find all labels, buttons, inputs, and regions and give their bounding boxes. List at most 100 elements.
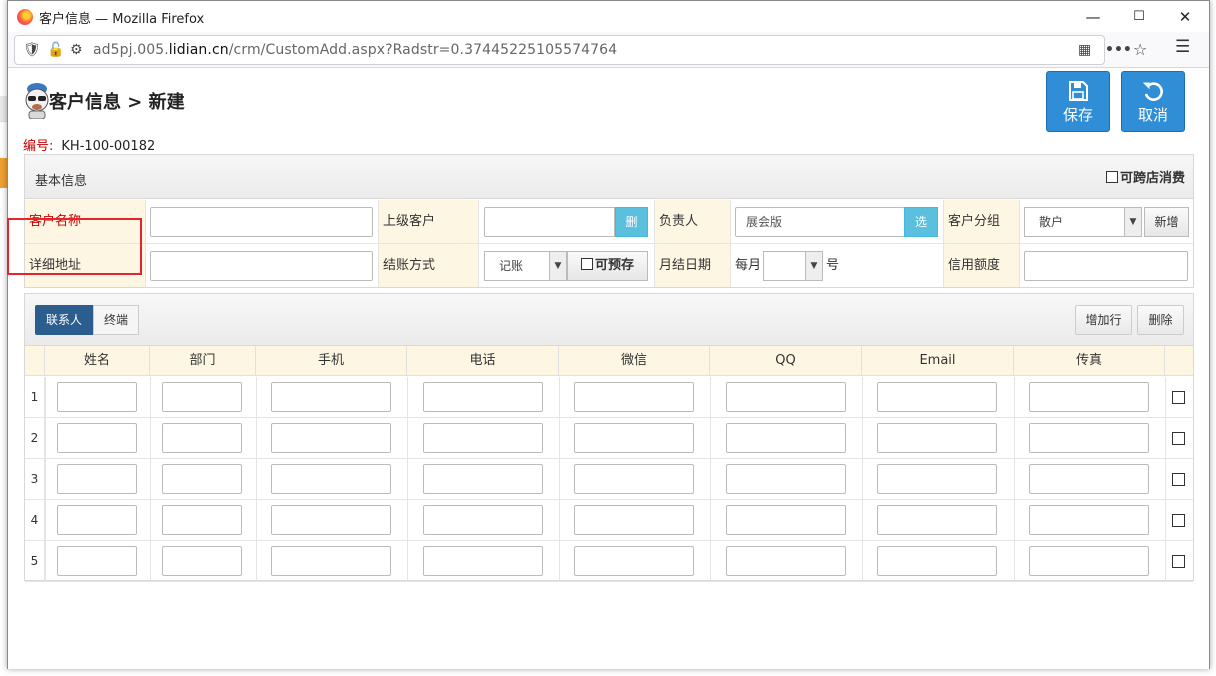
more-actions-icon[interactable]: •••: [1105, 42, 1132, 58]
cell-input[interactable]: [726, 464, 846, 494]
row-number: 2: [25, 418, 45, 458]
cell-input[interactable]: [57, 382, 137, 412]
column-divider: [1014, 500, 1015, 540]
settlement-select[interactable]: 记账 ▼: [484, 251, 567, 281]
tab-contacts[interactable]: 联系人: [35, 305, 93, 335]
cell-input[interactable]: [726, 546, 846, 576]
cell-input[interactable]: [57, 464, 137, 494]
code-row: 编号: KH-100-00182: [23, 135, 155, 154]
insecure-lock-icon[interactable]: 🔓: [47, 42, 64, 58]
cell-input[interactable]: [271, 546, 391, 576]
cell-input[interactable]: [574, 423, 694, 453]
cell-input[interactable]: [1029, 546, 1149, 576]
column-divider: [407, 459, 408, 499]
column-divider: [862, 377, 863, 417]
delete-row-button[interactable]: 删除: [1137, 305, 1184, 335]
column-divider: [150, 418, 151, 458]
table-header-select: [1165, 346, 1193, 376]
cell-input[interactable]: [162, 546, 242, 576]
cell-input[interactable]: [271, 382, 391, 412]
address-input[interactable]: [150, 251, 373, 281]
cell-input[interactable]: [423, 464, 543, 494]
cell-input[interactable]: [877, 464, 997, 494]
parent-customer-input[interactable]: [484, 207, 615, 237]
column-divider: [862, 541, 863, 581]
column-divider: [256, 459, 257, 499]
cell-input[interactable]: [574, 382, 694, 412]
close-window-button[interactable]: ✕: [1162, 1, 1208, 32]
cell-input[interactable]: [574, 505, 694, 535]
cell-input[interactable]: [162, 423, 242, 453]
cell-input[interactable]: [423, 546, 543, 576]
cell-input[interactable]: [423, 382, 543, 412]
cell-input[interactable]: [574, 546, 694, 576]
column-header: 微信: [559, 346, 710, 376]
url-bar[interactable]: 🛡 🔓 ⚙ ad5pj.005.lidian.cn/crm/CustomAdd.…: [14, 35, 1147, 65]
cell-input[interactable]: [1029, 382, 1149, 412]
cell-input[interactable]: [162, 382, 242, 412]
cell-input[interactable]: [57, 423, 137, 453]
cell-input[interactable]: [1029, 505, 1149, 535]
cell-input[interactable]: [877, 546, 997, 576]
tab-terminals[interactable]: 终端: [93, 305, 139, 335]
column-divider: [559, 418, 560, 458]
cross-store-checkbox[interactable]: 可跨店消费: [1105, 167, 1185, 186]
column-divider: [407, 541, 408, 581]
cell-input[interactable]: [271, 505, 391, 535]
row-select-checkbox[interactable]: [1172, 473, 1185, 486]
prepay-toggle[interactable]: 可预存: [567, 251, 648, 281]
column-divider: [710, 500, 711, 540]
permissions-icon[interactable]: ⚙: [70, 42, 83, 58]
save-label: 保存: [1062, 106, 1093, 124]
bookmark-star-icon[interactable]: ☆: [1133, 40, 1147, 59]
credit-limit-input[interactable]: [1024, 251, 1188, 281]
monthly-day-select[interactable]: ▼: [763, 251, 823, 281]
cell-input[interactable]: [877, 382, 997, 412]
cell-input[interactable]: [726, 505, 846, 535]
minimize-button[interactable]: —: [1070, 1, 1116, 32]
column-divider: [862, 459, 863, 499]
column-divider: [256, 377, 257, 417]
customer-group-select[interactable]: 散户 ▼: [1024, 207, 1142, 237]
cell-input[interactable]: [726, 423, 846, 453]
url-text[interactable]: ad5pj.005.lidian.cn/crm/CustomAdd.aspx?R…: [93, 42, 617, 58]
cell-input[interactable]: [574, 464, 694, 494]
menu-icon[interactable]: ☰: [1175, 37, 1190, 57]
form-row-1: 客户名称 上级客户 删 负责人 展会版 选 客户分组 散户 ▼ 新增: [25, 200, 1193, 244]
parent-customer-delete-button[interactable]: 删: [615, 207, 648, 237]
cell-input[interactable]: [57, 546, 137, 576]
cell-input[interactable]: [1029, 423, 1149, 453]
row-select-checkbox[interactable]: [1172, 514, 1185, 527]
add-group-button[interactable]: 新增: [1144, 207, 1189, 237]
row-select-checkbox[interactable]: [1172, 555, 1185, 568]
cell-input[interactable]: [1029, 464, 1149, 494]
checkbox-icon[interactable]: [1105, 170, 1118, 183]
cell-input[interactable]: [877, 505, 997, 535]
maximize-button[interactable]: ☐: [1116, 1, 1162, 32]
cell-input[interactable]: [877, 423, 997, 453]
qr-code-icon[interactable]: ▦: [1078, 42, 1091, 58]
save-button[interactable]: 保存: [1046, 71, 1110, 132]
cell-input[interactable]: [423, 423, 543, 453]
column-divider: [45, 377, 46, 417]
owner-select-button[interactable]: 选: [904, 207, 938, 237]
cancel-button[interactable]: 取消: [1121, 71, 1185, 132]
cell-input[interactable]: [423, 505, 543, 535]
cell-input[interactable]: [271, 423, 391, 453]
owner-label: 负责人: [654, 200, 731, 243]
cell-input[interactable]: [271, 464, 391, 494]
cell-input[interactable]: [726, 382, 846, 412]
row-select-checkbox[interactable]: [1172, 391, 1185, 404]
cell-input[interactable]: [162, 464, 242, 494]
column-divider: [1165, 377, 1166, 417]
customer-name-input[interactable]: [150, 207, 373, 237]
column-divider: [710, 377, 711, 417]
row-select-checkbox[interactable]: [1172, 432, 1185, 445]
cell-input[interactable]: [162, 505, 242, 535]
owner-input[interactable]: 展会版: [735, 207, 905, 237]
checkbox-checked-icon[interactable]: [580, 258, 593, 270]
cell-input[interactable]: [57, 505, 137, 535]
add-row-button[interactable]: 增加行: [1075, 305, 1132, 335]
shield-icon[interactable]: 🛡: [23, 42, 41, 58]
browser-window: 客户信息 — Mozilla Firefox — ☐ ✕ 🛡 🔓 ⚙ ad5pj…: [7, 0, 1210, 669]
